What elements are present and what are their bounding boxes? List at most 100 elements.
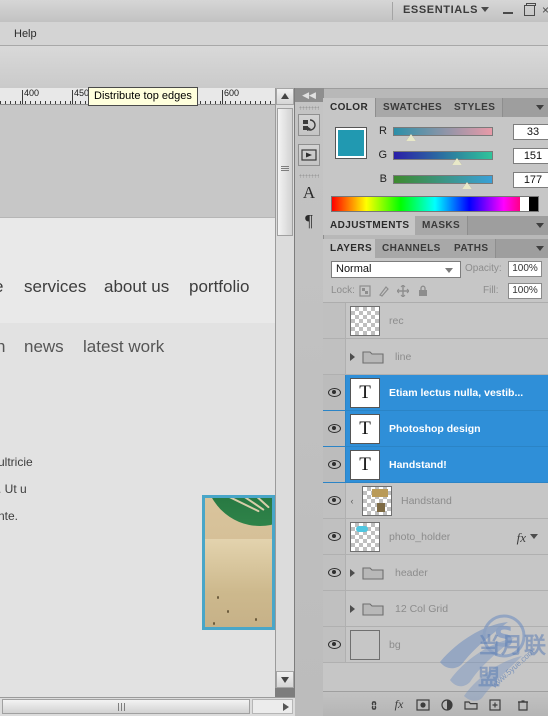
layer-visibility-toggle[interactable] <box>323 303 346 338</box>
layer-row[interactable]: T Photoshop design <box>323 411 548 447</box>
close-icon[interactable]: × <box>542 4 548 16</box>
layer-name[interactable]: Handstand <box>401 495 452 507</box>
spectrum-black-chip[interactable] <box>529 197 538 211</box>
chevron-right-icon[interactable] <box>346 568 358 577</box>
layer-name[interactable]: Photoshop design <box>389 423 481 435</box>
menu-item-help[interactable]: Help <box>8 26 43 42</box>
layer-name[interactable]: Etiam lectus nulla, vestib... <box>389 387 523 399</box>
character-panel-icon[interactable]: A <box>298 182 320 204</box>
restore-icon[interactable] <box>524 3 536 16</box>
canvas[interactable]: e services about us portfolio n news lat… <box>0 105 275 716</box>
layer-visibility-toggle[interactable] <box>323 411 346 446</box>
layer-visibility-toggle[interactable] <box>323 519 346 554</box>
add-layer-style-icon[interactable]: fx <box>391 697 407 712</box>
layer-row[interactable]: line <box>323 339 548 375</box>
layer-row[interactable]: 12 Col Grid <box>323 591 548 627</box>
layer-list[interactable]: rec line T Etiam lectus nulla, vestib... T Ph… <box>323 303 548 673</box>
channel-b-thumb[interactable] <box>462 182 472 189</box>
layer-thumbnail-text[interactable]: T <box>350 413 380 444</box>
channel-r-thumb[interactable] <box>406 134 416 141</box>
blend-mode-select[interactable]: Normal <box>331 261 461 278</box>
layer-thumbnail-text[interactable]: T <box>350 377 380 408</box>
scroll-right-icon[interactable] <box>283 703 289 711</box>
layer-name[interactable]: rec <box>389 315 404 327</box>
paragraph-panel-icon[interactable]: ¶ <box>298 210 320 232</box>
layer-thumbnail[interactable] <box>350 305 380 336</box>
layer-row[interactable]: ‹ Handstand <box>323 483 548 519</box>
layer-visibility-toggle[interactable] <box>323 483 346 518</box>
chevron-right-icon[interactable] <box>346 604 358 613</box>
lock-image-pixels-icon[interactable] <box>377 284 391 298</box>
chevron-down-icon[interactable] <box>445 268 453 273</box>
scroll-up-icon[interactable] <box>276 88 294 105</box>
canvas-vertical-scrollbar[interactable] <box>275 88 294 688</box>
chevron-right-icon[interactable] <box>346 352 358 361</box>
layer-name[interactable]: line <box>395 351 411 363</box>
tab-color[interactable]: COLOR <box>323 98 377 117</box>
channel-g-thumb[interactable] <box>452 158 462 165</box>
lock-transparent-pixels-icon[interactable] <box>358 284 372 298</box>
layer-name[interactable]: bg <box>389 639 401 651</box>
adjustments-panel-menu-icon[interactable] <box>536 223 544 228</box>
vertical-scroll-thumb[interactable] <box>277 108 293 236</box>
link-layers-icon[interactable] <box>367 697 383 712</box>
layer-row[interactable]: photo_holder fx <box>323 519 548 555</box>
chevron-down-icon[interactable] <box>530 534 538 539</box>
layer-visibility-toggle[interactable] <box>323 591 346 626</box>
tab-layers[interactable]: LAYERS <box>323 239 381 258</box>
canvas-horizontal-scrollbar[interactable] <box>0 697 295 716</box>
dock-grip-2[interactable] <box>299 174 319 178</box>
foreground-color-swatch[interactable] <box>335 127 367 159</box>
layer-row[interactable]: T Etiam lectus nulla, vestib... <box>323 375 548 411</box>
layer-effects-icon[interactable]: fx <box>517 530 526 546</box>
layer-visibility-toggle[interactable] <box>323 447 346 482</box>
scroll-down-icon[interactable] <box>276 671 294 688</box>
layer-thumbnail-text[interactable]: T <box>350 449 380 480</box>
layer-thumbnail[interactable] <box>350 521 380 552</box>
layer-row[interactable]: rec <box>323 303 548 339</box>
spectrum-white-chip[interactable] <box>520 197 529 211</box>
minimize-icon[interactable] <box>503 12 513 14</box>
layer-name[interactable]: 12 Col Grid <box>395 603 448 615</box>
channel-r-value[interactable]: 33 <box>513 124 548 140</box>
layer-row[interactable]: header <box>323 555 548 591</box>
layer-thumbnail[interactable] <box>362 485 392 516</box>
layer-row[interactable]: T Handstand! <box>323 447 548 483</box>
lock-position-icon[interactable] <box>396 284 410 298</box>
opacity-value[interactable]: 100% <box>508 261 542 277</box>
channel-b-value[interactable]: 177 <box>513 172 548 188</box>
color-panel-menu-icon[interactable] <box>536 105 544 110</box>
new-layer-icon[interactable] <box>487 697 503 712</box>
canvas-photo-placeholder[interactable] <box>202 495 275 630</box>
channel-g-value[interactable]: 151 <box>513 148 548 164</box>
layer-thumbnail[interactable] <box>350 629 380 660</box>
layer-visibility-toggle[interactable] <box>323 339 346 374</box>
tab-masks[interactable]: MASKS <box>415 216 469 235</box>
actions-panel-icon[interactable] <box>298 144 320 166</box>
layers-panel-menu-icon[interactable] <box>536 246 544 251</box>
dock-grip-1[interactable] <box>299 106 319 110</box>
channel-b-slider[interactable] <box>393 175 493 184</box>
tab-channels[interactable]: CHANNELS <box>375 239 449 258</box>
chevron-down-icon[interactable] <box>481 7 489 12</box>
new-group-icon[interactable] <box>463 697 479 712</box>
lock-all-icon[interactable] <box>416 284 430 298</box>
collapse-panels-icon[interactable]: ◀◀ <box>295 88 323 102</box>
tab-swatches[interactable]: SWATCHES <box>376 98 451 117</box>
tab-paths[interactable]: PATHS <box>447 239 497 258</box>
delete-layer-icon[interactable] <box>515 697 531 712</box>
new-adjustment-layer-icon[interactable] <box>439 697 455 712</box>
layer-name[interactable]: header <box>395 567 428 579</box>
channel-g-slider[interactable] <box>393 151 493 160</box>
color-spectrum-ramp[interactable] <box>331 196 539 212</box>
layer-visibility-toggle[interactable] <box>323 375 346 410</box>
layer-name[interactable]: photo_holder <box>389 531 450 543</box>
history-panel-icon[interactable] <box>298 114 320 136</box>
layer-visibility-toggle[interactable] <box>323 555 346 590</box>
workspace-switcher-label[interactable]: ESSENTIALS <box>403 4 478 16</box>
add-layer-mask-icon[interactable] <box>415 697 431 712</box>
tab-styles[interactable]: STYLES <box>447 98 504 117</box>
layer-name[interactable]: Handstand! <box>389 459 447 471</box>
tab-adjustments[interactable]: ADJUSTMENTS <box>323 216 418 235</box>
fill-value[interactable]: 100% <box>508 283 542 299</box>
